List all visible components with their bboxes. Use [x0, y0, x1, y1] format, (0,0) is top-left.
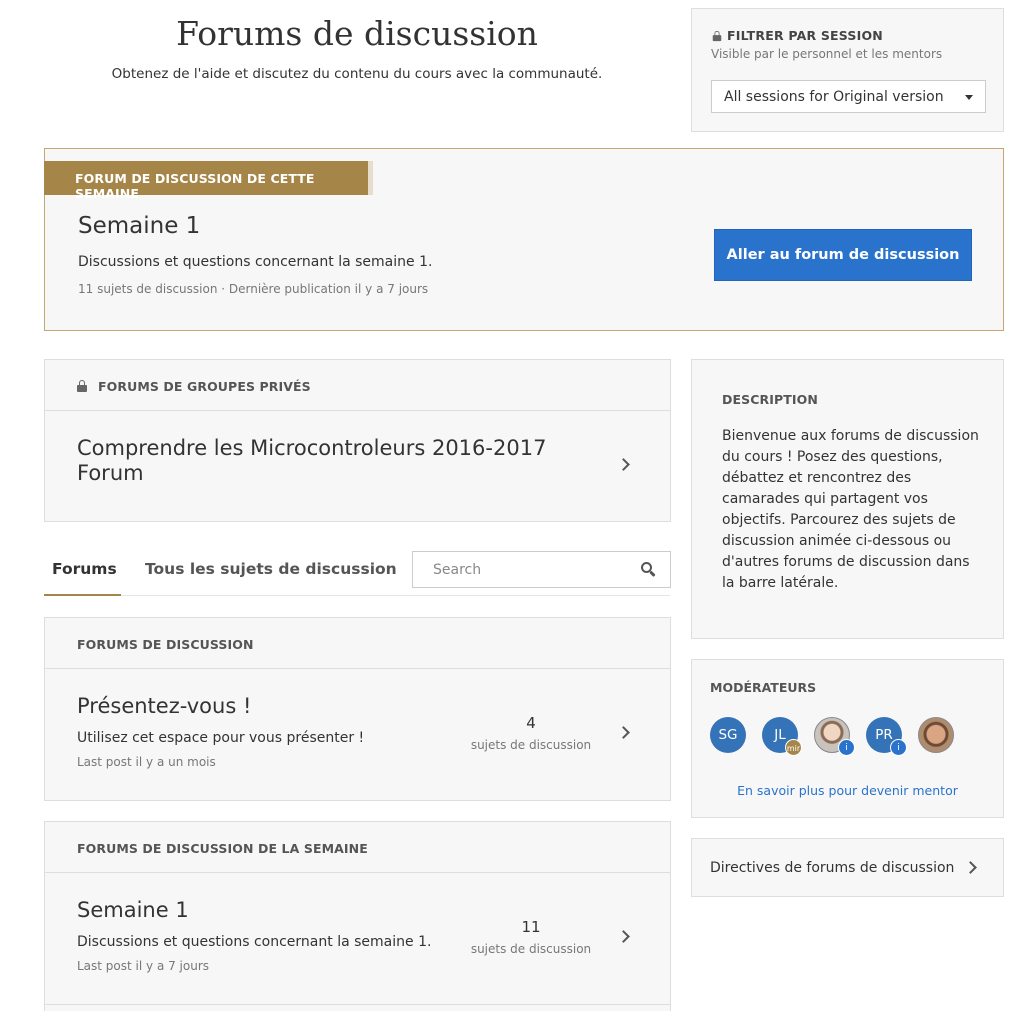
mentor-badge: mir	[785, 739, 802, 756]
row-divider	[45, 1004, 670, 1005]
guidelines-card[interactable]: Directives de forums de discussion	[691, 838, 1004, 897]
forum-description: Discussions et questions concernant la s…	[77, 934, 432, 950]
go-to-forum-button[interactable]: Aller au forum de discussion	[714, 229, 972, 281]
thread-count: 11	[521, 918, 541, 936]
weekly-forums-header: FORUMS DE DISCUSSION DE LA SEMAINE	[45, 822, 670, 873]
moderators-title: MODÉRATEURS	[710, 680, 817, 695]
info-badge: i	[838, 739, 855, 756]
become-mentor-link[interactable]: En savoir plus pour devenir mentor	[692, 783, 1003, 798]
forum-meta: Last post il y a 7 jours	[77, 959, 210, 973]
discussion-forums-card: FORUMS DE DISCUSSION Présentez-vous ! Ut…	[44, 617, 671, 801]
tab-forums[interactable]: Forums	[52, 560, 117, 578]
session-select[interactable]: All sessions for Original version	[711, 80, 986, 113]
lock-icon	[712, 30, 722, 41]
session-filter-label: FILTRER PAR SESSION	[727, 28, 883, 43]
active-tab-indicator	[44, 594, 121, 596]
thread-count-label: sujets de discussion	[470, 738, 592, 752]
caret-down-icon	[965, 95, 973, 100]
private-groups-card: FORUMS DE GROUPES PRIVÉS Comprendre les …	[44, 359, 671, 522]
discussion-forums-header: FORUMS DE DISCUSSION	[45, 618, 670, 669]
weekly-forum-card: FORUM DE DISCUSSION DE CETTE SEMAINE Sem…	[44, 148, 1004, 331]
search-icon[interactable]	[641, 562, 656, 578]
forum-title[interactable]: Présentez-vous !	[77, 694, 251, 718]
avatar[interactable]	[918, 717, 954, 753]
description-card: DESCRIPTION Bienvenue aux forums de disc…	[691, 359, 1004, 639]
avatar[interactable]: SG	[710, 717, 746, 753]
chevron-right-icon	[964, 861, 977, 874]
chevron-right-icon	[617, 726, 630, 739]
private-groups-label: FORUMS DE GROUPES PRIVÉS	[98, 379, 311, 394]
guidelines-link[interactable]: Directives de forums de discussion	[710, 860, 954, 876]
weekly-forum-badge: FORUM DE DISCUSSION DE CETTE SEMAINE	[44, 161, 373, 201]
tabs-divider	[44, 595, 670, 596]
search-box	[412, 551, 671, 588]
private-group-title[interactable]: Comprendre les Microcontroleurs 2016-201…	[77, 436, 557, 486]
session-filter-title: FILTRER PAR SESSION	[712, 28, 883, 43]
private-groups-header: FORUMS DE GROUPES PRIVÉS	[45, 360, 670, 411]
description-body: Bienvenue aux forums de discussion du co…	[722, 428, 979, 591]
weekly-forum-meta: 11 sujets de discussion · Dernière publi…	[78, 282, 429, 296]
session-select-value: All sessions for Original version	[724, 89, 944, 105]
session-filter-subtitle: Visible par le personnel et les mentors	[711, 47, 943, 61]
moderators-card: MODÉRATEURS SG JL mir i PR i En savoir p…	[691, 659, 1004, 818]
search-input[interactable]	[413, 552, 633, 587]
chevron-right-icon	[617, 458, 630, 471]
forum-description: Utilisez cet espace pour vous présenter …	[77, 730, 365, 746]
forum-meta: Last post il y a un mois	[77, 755, 216, 769]
info-badge: i	[890, 739, 907, 756]
weekly-forum-description: Discussions et questions concernant la s…	[78, 254, 433, 270]
thread-count-label: sujets de discussion	[470, 942, 592, 956]
thread-count: 4	[526, 714, 536, 732]
chevron-right-icon	[617, 930, 630, 943]
weekly-forums-card: FORUMS DE DISCUSSION DE LA SEMAINE Semai…	[44, 821, 671, 1011]
tab-all-threads[interactable]: Tous les sujets de discussion	[145, 560, 397, 578]
page-subtitle: Obtenez de l'aide et discutez du contenu…	[111, 66, 603, 82]
forum-title[interactable]: Semaine 1	[77, 898, 189, 922]
page-title: Forums de discussion	[176, 14, 538, 53]
lock-icon	[77, 380, 87, 392]
session-filter-card: FILTRER PAR SESSION Visible par le perso…	[691, 8, 1004, 132]
weekly-forum-title[interactable]: Semaine 1	[78, 213, 200, 239]
description-title: DESCRIPTION	[722, 392, 818, 407]
